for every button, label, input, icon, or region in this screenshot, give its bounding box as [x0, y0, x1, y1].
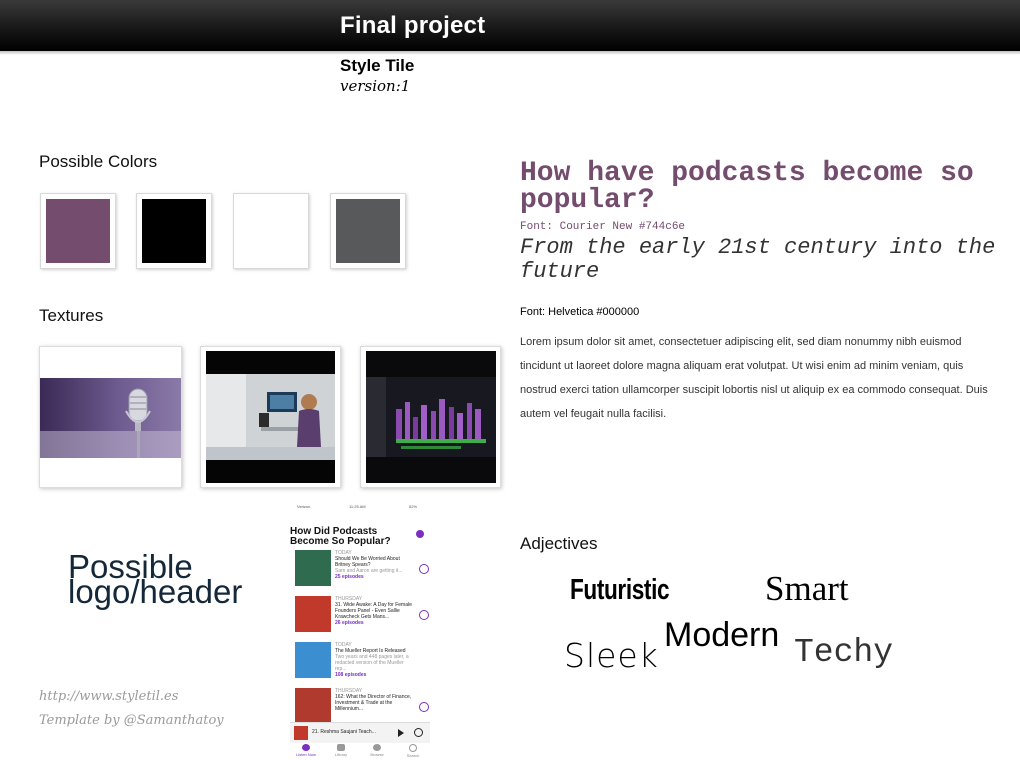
play-icon[interactable]: [398, 729, 404, 737]
adjectives-heading: Adjectives: [520, 534, 598, 553]
color-swatch-gray: [330, 193, 406, 269]
tab-library[interactable]: Library: [331, 744, 351, 757]
episode-row[interactable]: TODAY Should We Be Worried About Britney…: [295, 550, 429, 594]
sample-heading: How have podcasts become so popular?: [520, 158, 974, 216]
style-tile-label: Style Tile: [340, 56, 415, 75]
browse-icon: [373, 744, 381, 751]
swatch-fill: [142, 199, 206, 263]
mini-player[interactable]: 21. Reshma Saujani Teach...: [290, 722, 430, 743]
podcaster-image: [201, 347, 340, 487]
adjective-techy: Techy: [794, 634, 894, 671]
microphone-image: [40, 347, 181, 487]
library-icon: [337, 744, 345, 751]
sample-subheading: From the early 21st century into the fut…: [520, 235, 996, 284]
episode-title: Should We Be Worried About Britney Spear…: [335, 556, 400, 568]
phone-status-bar: Verizon 11:25 AM 62%: [287, 504, 432, 512]
podcast-app-mockup: Verizon 11:25 AM 62% How Did Podcasts Be…: [287, 500, 432, 760]
tab-label: Browse: [370, 752, 384, 757]
episode-count: 25 episodes: [335, 574, 364, 580]
episode-row[interactable]: TODAY The Mueller Report Is Released Two…: [295, 642, 425, 686]
clock-label: 11:25 AM: [349, 504, 366, 509]
battery-label: 62%: [409, 504, 418, 509]
swatch-fill: [46, 199, 110, 263]
download-icon[interactable]: [419, 702, 429, 712]
page-title: Final project: [340, 12, 486, 39]
heading-font-note: Font: Courier New #744c6e: [520, 221, 686, 233]
tab-listen-now[interactable]: Listen Now: [296, 744, 316, 757]
title-bar-shadow: [0, 51, 1020, 55]
adjective-sleek: Sleek: [564, 636, 659, 675]
color-swatch-black: [136, 193, 212, 269]
search-icon: [409, 744, 417, 752]
textures-heading: Textures: [39, 306, 104, 325]
color-swatch-purple: [40, 193, 116, 269]
profile-icon[interactable]: [416, 530, 424, 538]
carrier-label: Verizon: [297, 504, 311, 509]
logo-line-2: logo/header: [68, 573, 243, 610]
logo-placeholder: Possible logo/header: [68, 550, 243, 610]
body-font-note: Font: Helvetica #000000: [520, 306, 640, 318]
episode-count: 108 episodes: [335, 672, 367, 678]
color-swatch-white: [233, 193, 309, 269]
download-icon[interactable]: [419, 564, 429, 574]
episode-artwork: [295, 688, 331, 724]
episode-artwork: [295, 642, 331, 678]
episode-title: 162: What the Director of Finance, Inves…: [335, 694, 412, 712]
episode-artwork: [295, 596, 331, 632]
skip-forward-icon[interactable]: [414, 728, 423, 737]
template-credit: Template by @Samanthatoy: [39, 713, 224, 728]
texture-microphone: [39, 346, 182, 488]
listen-now-icon: [302, 744, 310, 751]
sample-body-text: Lorem ipsum dolor sit amet, consectetuer…: [520, 336, 988, 420]
phone-screen-title: How Did Podcasts Become So Popular?: [290, 526, 391, 547]
swatch-fill: [239, 199, 303, 263]
styletile-url[interactable]: http://www.styletil.es: [39, 689, 178, 704]
texture-waveform: [360, 346, 501, 488]
episode-count: 26 episodes: [335, 620, 364, 626]
now-playing-title: 21. Reshma Saujani Teach...: [312, 729, 376, 735]
tab-label: Search: [406, 753, 420, 758]
phone-tab-bar: Listen Now Library Browse Search: [287, 742, 432, 760]
episode-row[interactable]: THURSDAY 31. Wide Awake: A Day for Femal…: [295, 596, 429, 640]
adjective-smart: Smart: [765, 569, 849, 608]
texture-podcaster: [200, 346, 341, 488]
episode-summary: Two years and 448 pages later, a redacte…: [335, 654, 409, 672]
tab-browse[interactable]: Browse: [367, 744, 387, 757]
waveform-image: [361, 347, 500, 487]
swatch-fill: [336, 199, 400, 263]
tab-label: Listen Now: [296, 752, 316, 757]
episode-artwork: [295, 550, 331, 586]
tab-label: Library: [334, 752, 348, 757]
download-icon[interactable]: [419, 610, 429, 620]
adjective-futuristic: Futuristic: [570, 574, 670, 606]
version-label: version:1: [340, 77, 411, 95]
adjective-modern: Modern: [664, 616, 780, 654]
tab-search[interactable]: Search: [403, 744, 423, 758]
episode-title: 31. Wide Awake: A Day for Female Founder…: [335, 602, 412, 620]
title-bar: [0, 0, 1020, 51]
now-playing-artwork: [294, 726, 308, 740]
colors-heading: Possible Colors: [39, 152, 158, 171]
